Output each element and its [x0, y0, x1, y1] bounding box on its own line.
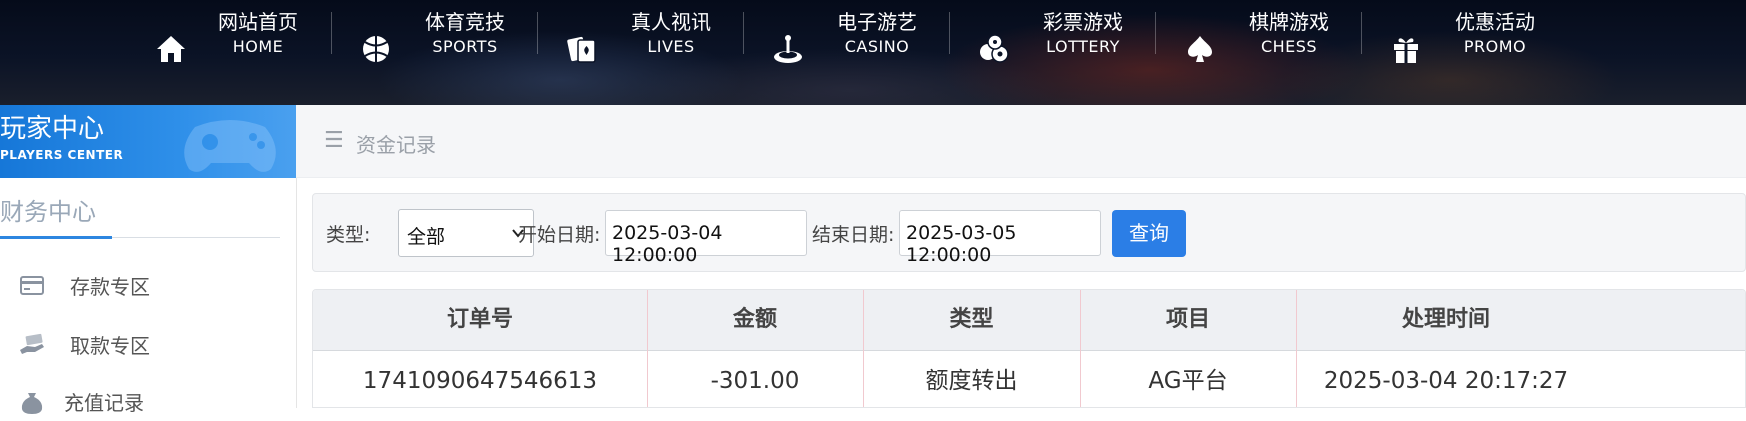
spade-icon [1183, 32, 1217, 66]
sidebar-item-label: 充值记录 [64, 390, 144, 415]
cash-hand-icon [18, 330, 46, 358]
fund-records-table: 订单号 金额 类型 项目 处理时间 1741090647546613 -301.… [312, 289, 1746, 408]
breadcrumb-title: 资金记录 [356, 133, 436, 157]
nav-label-cn: 网站首页 [218, 10, 298, 34]
nav-label-en: SPORTS [432, 37, 498, 56]
nav-divider [743, 12, 744, 54]
nav-item-casino[interactable]: 电子游艺 CASINO [769, 0, 949, 100]
nav-item-promo[interactable]: 优惠活动 PROMO [1387, 0, 1567, 100]
players-center-header: 玩家中心 PLAYERS CENTER [0, 105, 296, 178]
cell-process-time: 2025-03-04 20:17:27 [1323, 368, 1569, 394]
nav-divider [949, 12, 950, 54]
end-date-label: 结束日期: [812, 224, 895, 246]
card-icon [18, 271, 46, 299]
roulette-icon [771, 32, 805, 66]
nav-label-cn: 彩票游戏 [1043, 10, 1123, 34]
table-header-row: 订单号 金额 类型 项目 处理时间 [313, 290, 1745, 351]
nav-label-en: CASINO [844, 37, 910, 56]
type-select[interactable]: 全部 [398, 209, 534, 257]
nav-label-en: PROMO [1463, 37, 1527, 56]
nav-divider [1361, 12, 1362, 54]
nav-divider [537, 12, 538, 54]
finance-center-title: 财务中心 [0, 198, 96, 226]
sidebar-item-deposit[interactable]: 存款专区 [18, 265, 150, 305]
nav-item-lives[interactable]: 真人视讯 LIVES [563, 0, 743, 100]
menu-icon[interactable]: ☰ [324, 130, 344, 152]
nav-label-en: LOTTERY [1046, 37, 1120, 56]
header-order-number: 订单号 [446, 307, 513, 332]
nav-label-cn: 优惠活动 [1455, 10, 1535, 34]
sidebar-item-label: 取款专区 [70, 333, 150, 358]
nav-item-lottery[interactable]: 彩票游戏 LOTTERY [975, 0, 1155, 100]
cell-amount: -301.00 [710, 368, 800, 394]
header-type: 类型 [949, 307, 994, 332]
header-process-time: 处理时间 [1401, 307, 1490, 332]
start-date-input[interactable]: 2025-03-04 12:00:00 [605, 210, 807, 266]
players-center-title: 玩家中心 [0, 114, 105, 144]
type-label: 类型: [326, 224, 371, 246]
cards-icon [565, 32, 599, 66]
section-active-underline [0, 236, 112, 239]
start-date-label: 开始日期: [518, 224, 601, 246]
nav-item-sports[interactable]: 体育竞技 SPORTS [357, 0, 537, 100]
breadcrumb-bar: ☰ 资金记录 [296, 105, 1746, 178]
nav-label-en: HOME [232, 37, 284, 56]
sidebar-item-recharge-records[interactable]: 充值记录 [18, 381, 144, 421]
nav-label-cn: 体育竞技 [425, 10, 505, 34]
players-center-subtitle: PLAYERS CENTER [0, 148, 124, 162]
basketball-icon [359, 32, 393, 66]
cell-project: AG平台 [1148, 368, 1228, 394]
type-select-value: 全部 [407, 226, 446, 248]
home-icon [154, 32, 188, 66]
nav-item-home[interactable]: 网站首页 HOME [150, 0, 330, 100]
sidebar-item-withdraw[interactable]: 取款专区 [18, 324, 150, 364]
sidebar: 玩家中心 PLAYERS CENTER 财务中心 存款专区 取款专区 充值记录 [0, 105, 297, 415]
nav-label-cn: 电子游艺 [837, 10, 917, 34]
nav-label-cn: 真人视讯 [631, 10, 711, 34]
cell-type: 额度转出 [925, 368, 1018, 394]
nav-label-cn: 棋牌游戏 [1249, 10, 1329, 34]
nav-divider [331, 12, 332, 54]
cell-order-number: 1741090647546613 [362, 368, 598, 394]
money-bag-icon [18, 387, 46, 415]
top-navigation-bar: 网站首页 HOME 体育竞技 SPORTS 真人视讯 LIVES 电子游艺 CA… [0, 0, 1746, 105]
gamepad-icon [175, 109, 285, 178]
nav-label-en: CHESS [1260, 37, 1318, 56]
nav-item-chess[interactable]: 棋牌游戏 CHESS [1181, 0, 1361, 100]
end-date-input[interactable]: 2025-03-05 12:00:00 [899, 210, 1101, 266]
filter-bar: 类型: 全部 开始日期: 2025-03-04 12:00:00 结束日期: 2… [312, 193, 1746, 272]
sidebar-item-label: 存款专区 [70, 274, 150, 299]
lottery-balls-icon [977, 32, 1011, 66]
nav-label-en: LIVES [647, 37, 695, 56]
header-project: 项目 [1165, 307, 1210, 332]
gift-icon [1389, 32, 1423, 66]
nav-divider [1155, 12, 1156, 54]
header-amount: 金额 [732, 307, 777, 332]
query-button[interactable]: 查询 [1112, 210, 1186, 257]
